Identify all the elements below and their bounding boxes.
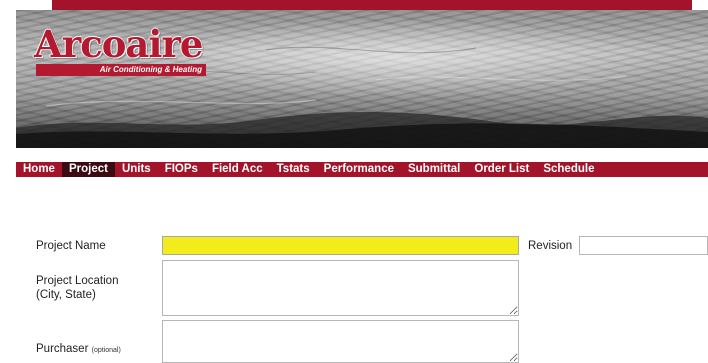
project-location-label-line1: Project Location <box>36 275 119 287</box>
project-location-input[interactable] <box>162 260 519 316</box>
project-location-label: Project Location (City, State) <box>36 274 118 302</box>
project-location-label-line2: (City, State) <box>36 289 96 301</box>
purchaser-label: Purchaser (optional) <box>36 342 121 358</box>
main-navigation: Home Project Units FIOPs Field Acc Tstat… <box>16 162 708 177</box>
nav-order-list[interactable]: Order List <box>467 162 536 177</box>
purchaser-label-text: Purchaser <box>36 343 89 355</box>
nav-submittal[interactable]: Submittal <box>401 162 467 177</box>
revision-label: Revision <box>528 240 573 252</box>
nav-units[interactable]: Units <box>115 162 158 177</box>
revision-input[interactable] <box>579 236 708 255</box>
nav-field-acc[interactable]: Field Acc <box>205 162 270 177</box>
purchaser-optional-note: (optional) <box>91 347 121 354</box>
nav-fiops[interactable]: FIOPs <box>158 162 205 177</box>
brand-logo[interactable]: Arcoaire Air Conditioning & Heating <box>34 24 206 76</box>
nav-performance[interactable]: Performance <box>317 162 401 177</box>
nav-project[interactable]: Project <box>61 162 115 177</box>
nav-tstats[interactable]: Tstats <box>270 162 317 177</box>
header-banner: Arcoaire Air Conditioning & Heating <box>16 10 708 148</box>
brand-logo-wordmark: Arcoaire <box>34 22 203 66</box>
nav-schedule[interactable]: Schedule <box>536 162 601 177</box>
top-accent-bar <box>52 0 692 10</box>
nav-home[interactable]: Home <box>16 162 62 177</box>
project-name-input[interactable] <box>162 236 519 255</box>
purchaser-input[interactable] <box>162 320 519 363</box>
project-name-label: Project Name <box>36 240 106 252</box>
